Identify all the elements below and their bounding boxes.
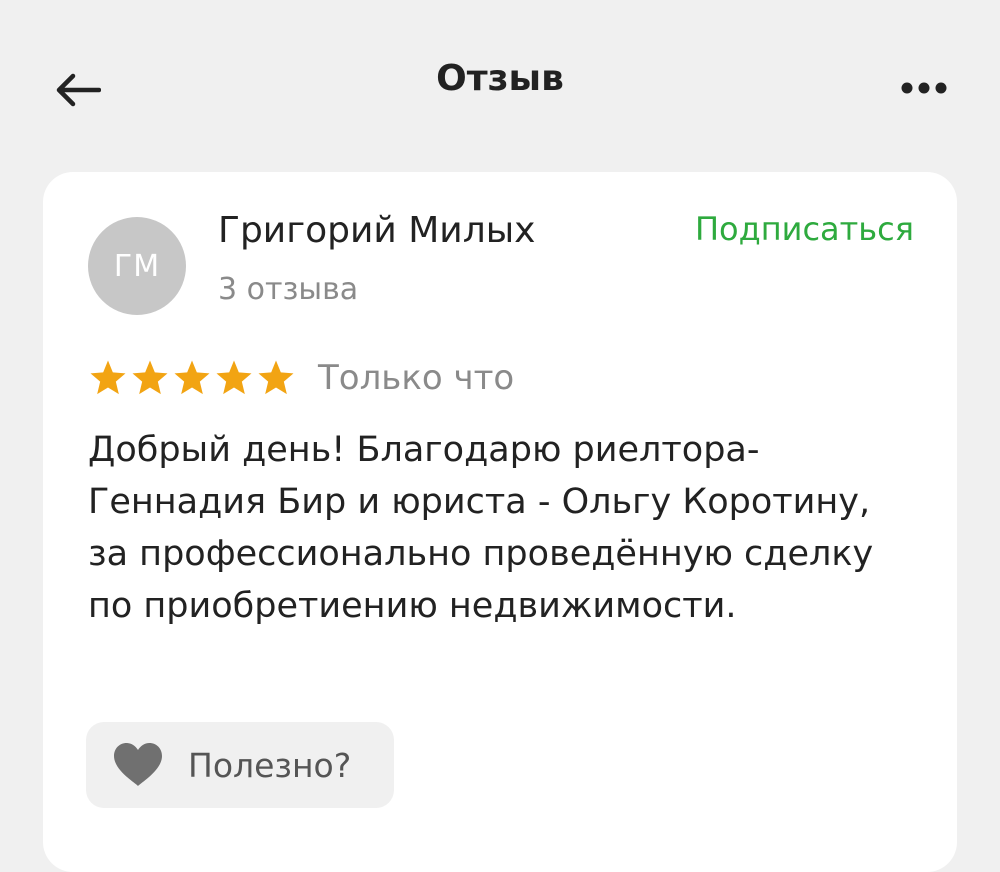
star-icon	[174, 360, 210, 395]
subscribe-button[interactable]: Подписаться	[695, 210, 914, 248]
rating-row: Только что	[88, 358, 514, 398]
more-options-button[interactable]	[892, 70, 956, 106]
top-bar: Отзыв	[0, 0, 1000, 165]
review-card: ГМ Григорий Милых 3 отзыва Подписаться Т…	[43, 172, 957, 872]
author-reviews-count: 3 отзыва	[218, 272, 359, 307]
page-title: Отзыв	[436, 58, 564, 99]
more-horizontal-icon	[901, 82, 947, 94]
avatar[interactable]: ГМ	[88, 217, 186, 315]
star-icon	[132, 360, 168, 395]
heart-icon	[114, 743, 162, 786]
helpful-label: Полезно?	[188, 745, 352, 785]
star-icon	[90, 360, 126, 395]
star-icon	[258, 360, 294, 395]
star-rating	[88, 358, 296, 398]
helpful-button[interactable]: Полезно?	[86, 722, 394, 808]
author-name[interactable]: Григорий Милых	[218, 210, 535, 251]
review-time: Только что	[318, 358, 515, 398]
review-text: Добрый день! Благодарю риелтора-Геннадия…	[88, 430, 874, 626]
star-icon	[216, 360, 252, 395]
